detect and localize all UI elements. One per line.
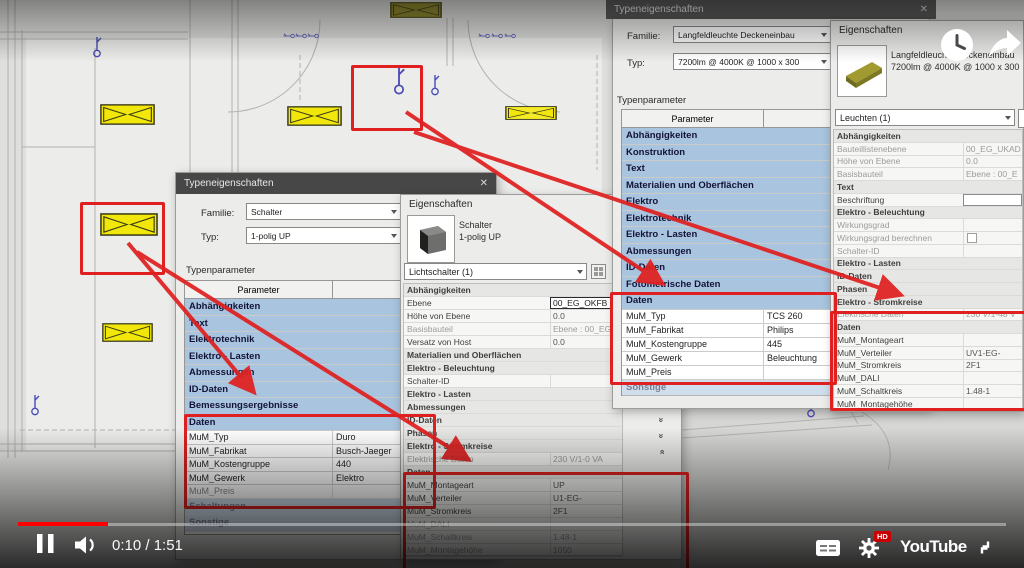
share-icon[interactable]: [984, 26, 1024, 60]
player-chrome: 0:10 / 1:51 HD YouTube: [0, 0, 1024, 568]
progress-bar-track[interactable]: [108, 523, 1006, 526]
hd-quality-badge: HD: [874, 531, 891, 542]
time-display: 0:10 / 1:51: [112, 537, 183, 554]
miniplayer-size-icon[interactable]: [975, 539, 995, 556]
watch-later-icon[interactable]: [939, 27, 975, 63]
volume-icon[interactable]: [74, 536, 100, 554]
subtitles-icon[interactable]: [816, 540, 840, 556]
youtube-logo[interactable]: YouTube: [900, 537, 967, 557]
video-frame: Typeneigenschaften ✕ Familie: Schalter T…: [0, 0, 1024, 568]
progress-bar-played[interactable]: [18, 522, 108, 526]
pause-button[interactable]: [36, 534, 56, 554]
